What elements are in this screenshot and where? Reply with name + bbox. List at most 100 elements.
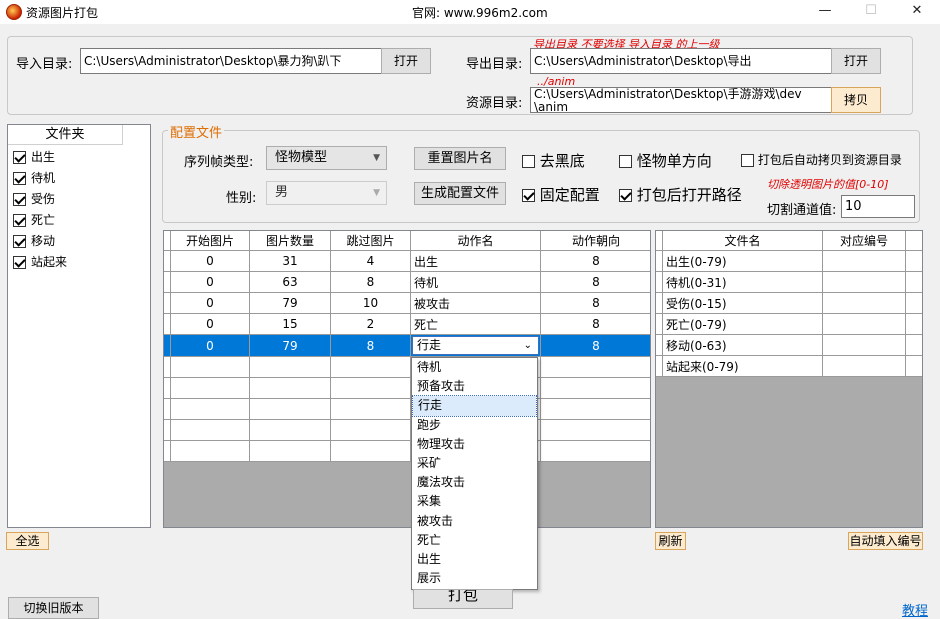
table-cell[interactable]: 0 bbox=[170, 292, 250, 314]
import-dir-input[interactable]: C:\Users\Administrator\Desktop\暴力狗\趴下 bbox=[80, 48, 382, 74]
file-id-cell[interactable] bbox=[822, 271, 906, 293]
file-id-cell[interactable] bbox=[822, 292, 906, 314]
file-name-cell[interactable]: 站起来(0-79) bbox=[662, 355, 823, 377]
table-cell[interactable]: 被攻击 bbox=[410, 292, 541, 314]
table-cell[interactable]: 63 bbox=[249, 271, 331, 293]
table-cell[interactable] bbox=[164, 398, 171, 420]
table-cell[interactable] bbox=[170, 377, 250, 399]
table-cell[interactable] bbox=[164, 377, 171, 399]
table-cell[interactable] bbox=[170, 398, 250, 420]
table-cell[interactable] bbox=[540, 398, 650, 420]
folder-item[interactable]: 移动 bbox=[13, 231, 67, 252]
file-id-cell[interactable] bbox=[822, 334, 906, 356]
table-cell[interactable] bbox=[330, 419, 411, 441]
column-header[interactable]: 跳过图片 bbox=[330, 231, 411, 251]
resource-copy-button[interactable]: 拷贝 bbox=[831, 87, 881, 113]
monster-single-dir-checkbox[interactable]: 怪物单方向 bbox=[619, 150, 712, 171]
table-cell[interactable] bbox=[540, 356, 650, 378]
table-row[interactable]: 出生(0-79) bbox=[656, 250, 922, 272]
remove-black-checkbox[interactable]: 去黑底 bbox=[522, 150, 585, 171]
file-name-cell[interactable]: 出生(0-79) bbox=[662, 250, 823, 272]
dropdown-option[interactable]: 待机 bbox=[412, 358, 537, 377]
table-cell[interactable] bbox=[330, 377, 411, 399]
reset-names-button[interactable]: 重置图片名 bbox=[414, 147, 506, 170]
table-row-empty[interactable] bbox=[164, 398, 650, 420]
table-row-empty[interactable] bbox=[164, 356, 650, 378]
action-name-combo-cell[interactable]: 行走 ⌄ bbox=[410, 334, 541, 357]
file-name-cell[interactable]: 受伤(0-15) bbox=[662, 292, 823, 314]
table-cell[interactable]: 31 bbox=[249, 250, 331, 272]
table-row-empty[interactable] bbox=[164, 377, 650, 399]
table-row[interactable]: 0 31 4 出生 8 bbox=[164, 250, 650, 272]
column-header[interactable]: 动作朝向 bbox=[540, 231, 650, 251]
tutorial-link[interactable]: 教程 bbox=[902, 600, 928, 619]
folder-item[interactable]: 待机 bbox=[13, 168, 67, 189]
table-cell[interactable]: 0 bbox=[170, 313, 250, 335]
table-cell[interactable] bbox=[249, 398, 331, 420]
table-cell[interactable] bbox=[249, 419, 331, 441]
table-cell[interactable]: 0 bbox=[170, 250, 250, 272]
dropdown-option[interactable]: 跑步 bbox=[412, 416, 537, 435]
dropdown-option[interactable]: 物理攻击 bbox=[412, 435, 537, 454]
table-cell[interactable]: 10 bbox=[330, 292, 411, 314]
column-header[interactable]: 文件名 bbox=[662, 231, 823, 251]
table-row[interactable]: 0 63 8 待机 8 bbox=[164, 271, 650, 293]
select-all-button[interactable]: 全选 bbox=[6, 532, 49, 550]
auto-copy-checkbox[interactable]: 打包后自动拷贝到资源目录 bbox=[741, 151, 902, 168]
dropdown-option[interactable]: 行走 bbox=[412, 395, 537, 417]
table-cell[interactable] bbox=[540, 419, 650, 441]
export-open-button[interactable]: 打开 bbox=[831, 48, 881, 74]
gender-select[interactable]: 男 ▼ bbox=[266, 181, 387, 205]
table-cell[interactable]: 79 bbox=[249, 292, 331, 314]
import-open-button[interactable]: 打开 bbox=[381, 48, 431, 74]
table-cell[interactable] bbox=[330, 440, 411, 462]
table-cell[interactable] bbox=[330, 356, 411, 378]
table-cell[interactable] bbox=[164, 356, 171, 378]
trim-value-input[interactable]: 10 bbox=[841, 195, 915, 218]
dropdown-option[interactable]: 出生 bbox=[412, 550, 537, 569]
auto-fill-button[interactable]: 自动填入编号 bbox=[848, 532, 923, 550]
fixed-config-checkbox[interactable]: 固定配置 bbox=[522, 184, 600, 205]
file-name-cell[interactable]: 死亡(0-79) bbox=[662, 313, 823, 335]
table-cell[interactable]: 8 bbox=[540, 271, 650, 293]
table-cell[interactable]: 4 bbox=[330, 250, 411, 272]
table-cell[interactable]: 2 bbox=[330, 313, 411, 335]
column-header[interactable]: 动作名 bbox=[410, 231, 541, 251]
open-path-checkbox[interactable]: 打包后打开路径 bbox=[619, 184, 742, 205]
table-cell[interactable]: 8 bbox=[540, 292, 650, 314]
table-cell[interactable]: 8 bbox=[330, 334, 411, 357]
dropdown-option[interactable]: 采矿 bbox=[412, 454, 537, 473]
table-cell[interactable] bbox=[540, 377, 650, 399]
file-name-cell[interactable]: 移动(0-63) bbox=[662, 334, 823, 356]
table-row[interactable]: 站起来(0-79) bbox=[656, 355, 922, 377]
column-header[interactable]: 图片数量 bbox=[249, 231, 331, 251]
table-cell[interactable]: 死亡 bbox=[410, 313, 541, 335]
folder-item[interactable]: 死亡 bbox=[13, 210, 67, 231]
table-cell[interactable] bbox=[170, 356, 250, 378]
table-cell[interactable]: 8 bbox=[540, 313, 650, 335]
close-button[interactable]: ✕ bbox=[894, 0, 940, 24]
dropdown-option[interactable]: 展示 bbox=[412, 569, 537, 588]
dropdown-option[interactable]: 被攻击 bbox=[412, 512, 537, 531]
table-cell[interactable]: 待机 bbox=[410, 271, 541, 293]
table-row[interactable]: 移动(0-63) bbox=[656, 334, 922, 356]
table-cell[interactable] bbox=[249, 377, 331, 399]
table-cell[interactable] bbox=[330, 398, 411, 420]
table-cell[interactable] bbox=[170, 440, 250, 462]
table-row-empty[interactable] bbox=[164, 440, 650, 462]
dropdown-option[interactable]: 采集 bbox=[412, 492, 537, 511]
table-cell[interactable]: 8 bbox=[330, 271, 411, 293]
table-cell[interactable]: 15 bbox=[249, 313, 331, 335]
generate-config-button[interactable]: 生成配置文件 bbox=[414, 182, 506, 205]
table-row-empty[interactable] bbox=[164, 419, 650, 441]
table-cell[interactable]: 0 bbox=[170, 334, 250, 357]
dropdown-option[interactable]: 死亡 bbox=[412, 531, 537, 550]
maximize-button[interactable]: ☐ bbox=[848, 0, 894, 24]
switch-old-version-button[interactable]: 切换旧版本 bbox=[8, 597, 99, 619]
file-id-cell[interactable] bbox=[822, 313, 906, 335]
file-id-cell[interactable] bbox=[822, 355, 906, 377]
table-cell[interactable] bbox=[170, 419, 250, 441]
refresh-button[interactable]: 刷新 bbox=[655, 532, 686, 550]
table-cell[interactable] bbox=[540, 440, 650, 462]
table-row[interactable]: 0 15 2 死亡 8 bbox=[164, 313, 650, 335]
